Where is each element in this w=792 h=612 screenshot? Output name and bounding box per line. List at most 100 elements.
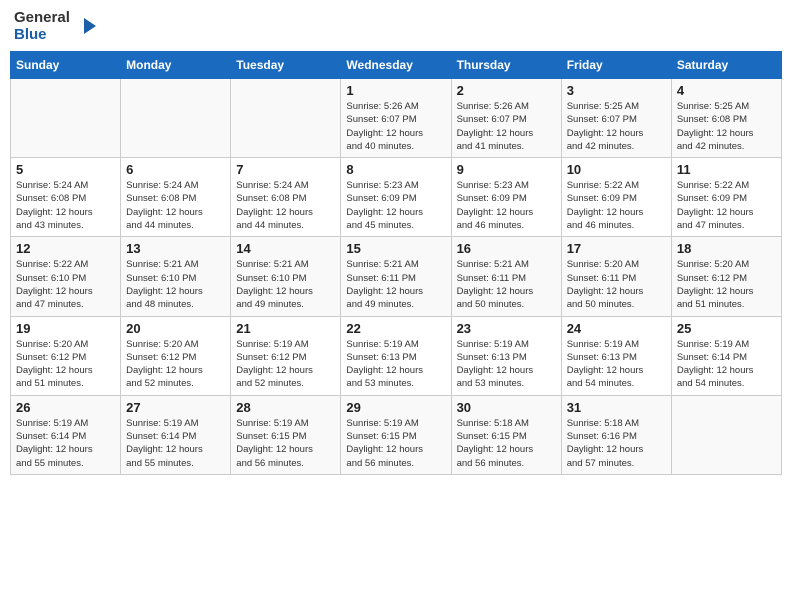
calendar-cell: 15 Sunrise: 5:21 AMSunset: 6:11 PMDayligh… [341, 237, 451, 316]
day-number: 27 [126, 400, 225, 415]
calendar-cell: 1 Sunrise: 5:26 AMSunset: 6:07 PMDaylight… [341, 79, 451, 158]
day-info: Sunrise: 5:21 AMSunset: 6:10 PMDaylight:… [236, 258, 335, 311]
calendar-table: SundayMondayTuesdayWednesdayThursdayFrid… [10, 51, 782, 475]
day-info: Sunrise: 5:24 AMSunset: 6:08 PMDaylight:… [126, 179, 225, 232]
calendar-cell: 5 Sunrise: 5:24 AMSunset: 6:08 PMDaylight… [11, 158, 121, 237]
day-info: Sunrise: 5:19 AMSunset: 6:13 PMDaylight:… [346, 338, 445, 391]
day-info: Sunrise: 5:22 AMSunset: 6:10 PMDaylight:… [16, 258, 115, 311]
calendar-cell: 7 Sunrise: 5:24 AMSunset: 6:08 PMDaylight… [231, 158, 341, 237]
calendar-cell: 27Sunrise: 5:19 AMSunset: 6:14 PMDayligh… [121, 395, 231, 474]
calendar-cell: 30Sunrise: 5:18 AMSunset: 6:15 PMDayligh… [451, 395, 561, 474]
logo: General Blue [14, 10, 96, 43]
day-info: Sunrise: 5:19 AMSunset: 6:13 PMDaylight:… [567, 338, 666, 391]
day-number: 17 [567, 241, 666, 256]
day-info: Sunrise: 5:19 AMSunset: 6:12 PMDaylight:… [236, 338, 335, 391]
day-number: 11 [677, 162, 776, 177]
day-number: 9 [457, 162, 556, 177]
day-number: 30 [457, 400, 556, 415]
day-info: Sunrise: 5:24 AMSunset: 6:08 PMDaylight:… [236, 179, 335, 232]
day-info: Sunrise: 5:25 AMSunset: 6:07 PMDaylight:… [567, 100, 666, 153]
calendar-cell: 21 Sunrise: 5:19 AMSunset: 6:12 PMDayligh… [231, 316, 341, 395]
calendar-cell: 6 Sunrise: 5:24 AMSunset: 6:08 PMDaylight… [121, 158, 231, 237]
calendar-cell: 8Sunrise: 5:23 AMSunset: 6:09 PMDaylight… [341, 158, 451, 237]
day-number: 1 [346, 83, 445, 98]
day-number: 8 [346, 162, 445, 177]
day-number: 23 [457, 321, 556, 336]
day-info: Sunrise: 5:20 AMSunset: 6:12 PMDaylight:… [16, 338, 115, 391]
day-number: 2 [457, 83, 556, 98]
day-info: Sunrise: 5:19 AMSunset: 6:15 PMDaylight:… [236, 417, 335, 470]
day-number: 4 [677, 83, 776, 98]
calendar-cell: 17 Sunrise: 5:20 AMSunset: 6:11 PMDayligh… [561, 237, 671, 316]
calendar-cell: 11 Sunrise: 5:22 AMSunset: 6:09 PMDayligh… [671, 158, 781, 237]
day-number: 21 [236, 321, 335, 336]
day-number: 7 [236, 162, 335, 177]
weekday-header: Tuesday [231, 52, 341, 79]
weekday-header: Saturday [671, 52, 781, 79]
day-number: 24 [567, 321, 666, 336]
calendar-cell [231, 79, 341, 158]
day-info: Sunrise: 5:20 AMSunset: 6:11 PMDaylight:… [567, 258, 666, 311]
calendar-cell: 31 Sunrise: 5:18 AMSunset: 6:16 PMDayligh… [561, 395, 671, 474]
day-info: Sunrise: 5:23 AMSunset: 6:09 PMDaylight:… [457, 179, 556, 232]
calendar-cell: 25Sunrise: 5:19 AMSunset: 6:14 PMDayligh… [671, 316, 781, 395]
calendar-cell: 14 Sunrise: 5:21 AMSunset: 6:10 PMDayligh… [231, 237, 341, 316]
day-number: 5 [16, 162, 115, 177]
weekday-header: Friday [561, 52, 671, 79]
calendar-cell: 12 Sunrise: 5:22 AMSunset: 6:10 PMDayligh… [11, 237, 121, 316]
day-number: 12 [16, 241, 115, 256]
day-number: 10 [567, 162, 666, 177]
calendar-cell: 24 Sunrise: 5:19 AMSunset: 6:13 PMDayligh… [561, 316, 671, 395]
day-number: 3 [567, 83, 666, 98]
day-info: Sunrise: 5:25 AMSunset: 6:08 PMDaylight:… [677, 100, 776, 153]
calendar-cell: 28 Sunrise: 5:19 AMSunset: 6:15 PMDayligh… [231, 395, 341, 474]
day-info: Sunrise: 5:19 AMSunset: 6:13 PMDaylight:… [457, 338, 556, 391]
calendar-cell: 2 Sunrise: 5:26 AMSunset: 6:07 PMDaylight… [451, 79, 561, 158]
weekday-header: Thursday [451, 52, 561, 79]
calendar-cell: 3 Sunrise: 5:25 AMSunset: 6:07 PMDaylight… [561, 79, 671, 158]
calendar-cell: 16 Sunrise: 5:21 AMSunset: 6:11 PMDayligh… [451, 237, 561, 316]
day-number: 15 [346, 241, 445, 256]
calendar-cell: 9 Sunrise: 5:23 AMSunset: 6:09 PMDaylight… [451, 158, 561, 237]
day-info: Sunrise: 5:19 AMSunset: 6:14 PMDaylight:… [16, 417, 115, 470]
day-info: Sunrise: 5:20 AMSunset: 6:12 PMDaylight:… [126, 338, 225, 391]
day-info: Sunrise: 5:26 AMSunset: 6:07 PMDaylight:… [457, 100, 556, 153]
calendar-cell: 22Sunrise: 5:19 AMSunset: 6:13 PMDayligh… [341, 316, 451, 395]
day-number: 31 [567, 400, 666, 415]
day-number: 16 [457, 241, 556, 256]
weekday-header: Monday [121, 52, 231, 79]
day-number: 19 [16, 321, 115, 336]
day-number: 14 [236, 241, 335, 256]
day-number: 6 [126, 162, 225, 177]
calendar-cell: 19 Sunrise: 5:20 AMSunset: 6:12 PMDayligh… [11, 316, 121, 395]
calendar-cell: 29 Sunrise: 5:19 AMSunset: 6:15 PMDayligh… [341, 395, 451, 474]
calendar-cell [11, 79, 121, 158]
day-info: Sunrise: 5:22 AMSunset: 6:09 PMDaylight:… [567, 179, 666, 232]
day-info: Sunrise: 5:21 AMSunset: 6:11 PMDaylight:… [457, 258, 556, 311]
day-info: Sunrise: 5:22 AMSunset: 6:09 PMDaylight:… [677, 179, 776, 232]
calendar-cell [121, 79, 231, 158]
day-info: Sunrise: 5:24 AMSunset: 6:08 PMDaylight:… [16, 179, 115, 232]
calendar-cell: 10 Sunrise: 5:22 AMSunset: 6:09 PMDayligh… [561, 158, 671, 237]
day-info: Sunrise: 5:21 AMSunset: 6:11 PMDaylight:… [346, 258, 445, 311]
page-header: General Blue [10, 10, 782, 43]
day-number: 18 [677, 241, 776, 256]
day-info: Sunrise: 5:19 AMSunset: 6:15 PMDaylight:… [346, 417, 445, 470]
day-info: Sunrise: 5:26 AMSunset: 6:07 PMDaylight:… [346, 100, 445, 153]
day-number: 28 [236, 400, 335, 415]
day-info: Sunrise: 5:18 AMSunset: 6:16 PMDaylight:… [567, 417, 666, 470]
calendar-cell: 4 Sunrise: 5:25 AMSunset: 6:08 PMDaylight… [671, 79, 781, 158]
logo-line2: Blue [14, 27, 70, 44]
day-info: Sunrise: 5:20 AMSunset: 6:12 PMDaylight:… [677, 258, 776, 311]
weekday-header: Sunday [11, 52, 121, 79]
day-number: 25 [677, 321, 776, 336]
calendar-cell: 18 Sunrise: 5:20 AMSunset: 6:12 PMDayligh… [671, 237, 781, 316]
day-number: 13 [126, 241, 225, 256]
day-number: 29 [346, 400, 445, 415]
logo-arrow-icon [74, 16, 96, 38]
day-number: 20 [126, 321, 225, 336]
calendar-cell: 13Sunrise: 5:21 AMSunset: 6:10 PMDayligh… [121, 237, 231, 316]
calendar-cell: 20 Sunrise: 5:20 AMSunset: 6:12 PMDayligh… [121, 316, 231, 395]
calendar-cell [671, 395, 781, 474]
weekday-header: Wednesday [341, 52, 451, 79]
